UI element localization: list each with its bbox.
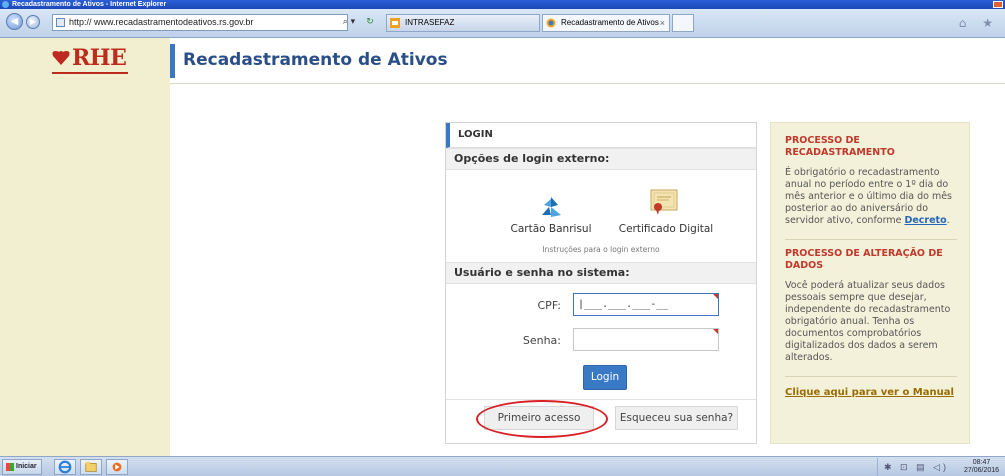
certificate-icon[interactable] <box>649 187 679 217</box>
tab-label: INTRASEFAZ <box>405 18 455 27</box>
system-tray: ✱ ⊡ ▤ ◁) 08:47 27/06/2016 <box>877 458 1005 476</box>
certificado-login-option[interactable]: Certificado Digital <box>606 223 726 235</box>
login-panel-title: LOGIN <box>446 123 756 148</box>
forgot-password-button[interactable]: Esqueceu sua senha? <box>615 406 738 430</box>
page-title: Recadastramento de Ativos <box>183 50 448 70</box>
new-tab-button[interactable] <box>672 14 694 32</box>
clock-date: 27/06/2016 <box>964 467 1000 474</box>
clock: 08:47 27/06/2016 <box>964 459 999 475</box>
alteration-text: Você poderá atualizar seus dados pessoai… <box>785 280 951 363</box>
logo-underline <box>52 72 128 74</box>
refresh-icon[interactable]: ↻ <box>362 14 378 31</box>
home-favorites-icons[interactable]: ⌂ ★ <box>959 16 999 30</box>
window-close-icon[interactable] <box>993 1 1003 8</box>
system-login-heading: Usuário e senha no sistema: <box>446 262 756 284</box>
ie-icon <box>2 1 9 8</box>
process-text-end: . <box>946 215 950 226</box>
banrisul-login-option[interactable]: Cartão Banrisul <box>496 223 606 235</box>
start-label: Iniciar <box>16 463 37 470</box>
annotation-ellipse <box>476 400 608 438</box>
url-text: http:// www.recadastramentodeativos.rs.g… <box>69 17 254 27</box>
process-title: PROCESSO DE RECADASTRAMENTO <box>785 135 957 159</box>
page-icon <box>56 18 65 27</box>
process-text: É obrigatório o recadastramento anual no… <box>785 167 957 227</box>
start-button[interactable]: Iniciar <box>2 459 42 475</box>
required-marker <box>713 329 718 334</box>
taskbar-ie-icon[interactable] <box>54 459 76 475</box>
manual-link[interactable]: Clique aqui para ver o Manual <box>785 387 954 398</box>
cpf-label: CPF: <box>537 299 562 312</box>
info-panel: PROCESSO DE RECADASTRAMENTO É obrigatóri… <box>770 122 970 444</box>
logo-area: RHE <box>0 38 170 84</box>
divider <box>446 399 756 400</box>
tab-close-icon[interactable]: × <box>660 15 665 31</box>
taskbar-media-icon[interactable] <box>106 459 128 475</box>
required-marker <box>713 294 718 299</box>
senha-label: Senha: <box>522 334 561 347</box>
intrasefaz-icon <box>390 18 400 28</box>
external-login-heading: Opções de login externo: <box>446 148 756 170</box>
search-dropdown-icon[interactable]: ⌕ ▾ <box>338 14 360 31</box>
taskbar: Iniciar ✱ ⊡ ▤ ◁) 08:47 27/06/2016 <box>0 456 1005 476</box>
alteration-title: PROCESSO DE ALTERAÇÃO DE DADOS <box>785 248 943 271</box>
decree-link[interactable]: Decreto <box>904 215 946 226</box>
browser-toolbar: ◀ ▶ http:// www.recadastramentodeativos.… <box>0 9 1005 38</box>
clock-time: 08:47 <box>972 459 991 466</box>
media-player-icon <box>112 462 122 472</box>
logo-text: RHE <box>72 45 127 71</box>
rhe-logo-icon <box>52 51 70 65</box>
login-button[interactable]: Login <box>583 365 627 390</box>
tab-label: Recadastramento de Ativos <box>561 18 659 27</box>
window-title: Recadastramento de Ativos - Internet Exp… <box>12 1 167 8</box>
cpf-value: |___.___.___-__ <box>578 299 669 310</box>
page-header: RHE Recadastramento de Ativos <box>0 38 1005 84</box>
info-divider <box>785 376 957 377</box>
forward-button[interactable]: ▶ <box>26 15 40 29</box>
taskbar-explorer-icon[interactable] <box>80 459 102 475</box>
windows-flag-icon <box>6 463 14 471</box>
login-panel: LOGIN Opções de login externo: Cartão Ba… <box>445 122 757 444</box>
ie-logo-icon <box>58 460 72 474</box>
folder-icon <box>85 461 97 472</box>
info-divider <box>785 239 957 240</box>
title-accent-bar <box>170 44 175 78</box>
external-login-instructions-link[interactable]: Instruções para o login externo <box>446 245 756 254</box>
page-favicon-icon <box>546 18 556 28</box>
process-title-line2: RECADASTRAMENTO <box>785 147 895 158</box>
tab-recadastramento[interactable]: Recadastramento de Ativos × <box>542 14 670 32</box>
tab-intrasefaz[interactable]: INTRASEFAZ <box>386 14 540 32</box>
cpf-input[interactable]: |___.___.___-__ <box>573 293 719 316</box>
address-bar[interactable]: http:// www.recadastramentodeativos.rs.g… <box>52 14 348 31</box>
process-title-line1: PROCESSO DE <box>785 135 860 146</box>
back-button[interactable]: ◀ <box>6 13 23 30</box>
window-titlebar: Recadastramento de Ativos - Internet Exp… <box>0 0 1005 9</box>
left-sidebar <box>0 84 170 456</box>
tray-icons[interactable]: ✱ ⊡ ▤ ◁) <box>884 462 949 473</box>
banrisul-icon[interactable] <box>539 195 563 219</box>
senha-input[interactable] <box>573 328 719 351</box>
